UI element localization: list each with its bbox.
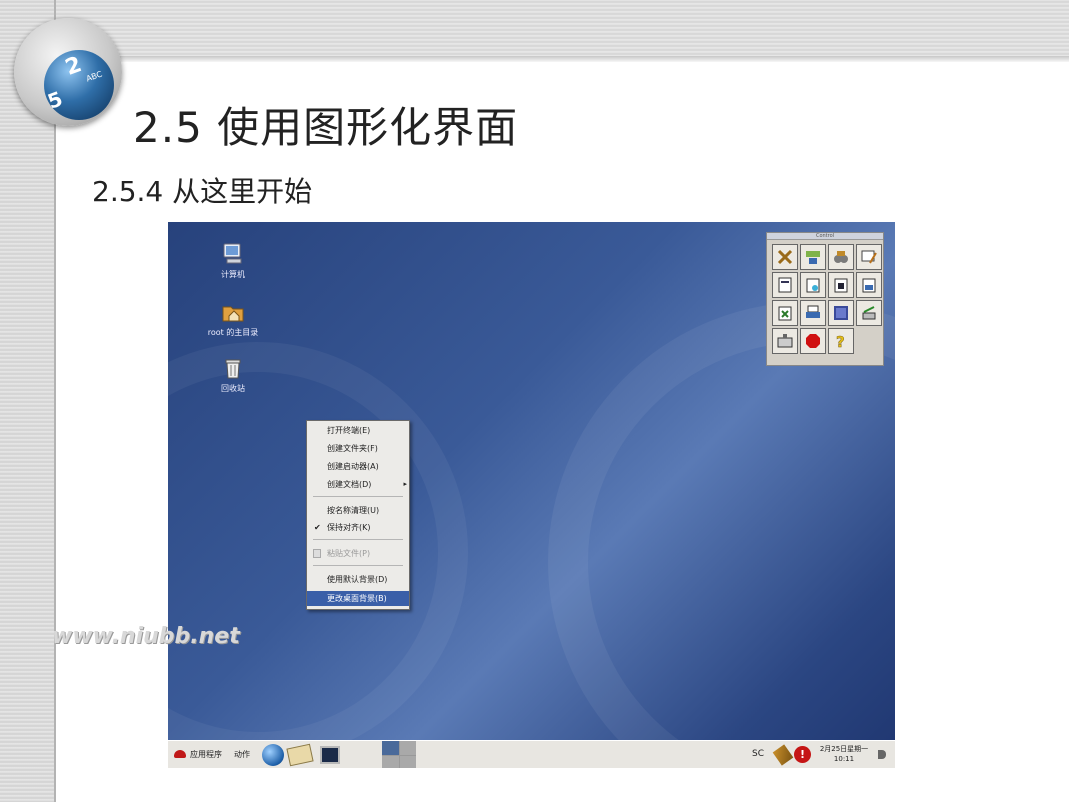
edit-icon — [861, 250, 877, 264]
panel-tool-button[interactable] — [772, 300, 798, 326]
menu-item-clean-by-name[interactable]: 按名称清理(U) — [307, 503, 409, 518]
clock[interactable]: 2月25日星期一 10:11 — [814, 744, 874, 764]
menu-separator — [313, 539, 403, 540]
clipboard-icon — [806, 278, 820, 293]
panel-tool-button[interactable]: ? — [828, 328, 854, 354]
panel-tool-button[interactable] — [800, 328, 826, 354]
keypad-button-image: 2 ABC 5 — [44, 50, 114, 120]
terminal-icon[interactable] — [320, 746, 340, 764]
panel-tool-button[interactable] — [828, 300, 854, 326]
network-icon — [806, 251, 820, 264]
input-method-indicator[interactable]: SC — [752, 749, 764, 759]
actions-menu[interactable]: 动作 — [234, 749, 250, 760]
wallpaper-swirl — [548, 302, 895, 768]
redhat-menu-icon[interactable] — [174, 750, 186, 758]
home-folder-icon — [221, 300, 245, 324]
desktop-icon-label: 回收站 — [221, 384, 245, 393]
menu-item-label: 更改桌面背景(B) — [327, 594, 387, 603]
menu-item-create-folder[interactable]: 创建文件夹(F) — [307, 441, 409, 456]
clipboard-delete-icon — [778, 306, 792, 321]
workspace-2[interactable] — [399, 741, 416, 755]
clipboard-text-icon — [862, 278, 876, 293]
panel-tool-button[interactable] — [800, 272, 826, 298]
menu-item-label: 创建文档(D) — [327, 480, 372, 489]
desktop-icon-label: root 的主目录 — [207, 328, 259, 337]
menu-item-label: 粘贴文件(P) — [327, 549, 371, 558]
slide-title: 2.5 使用图形化界面 — [133, 103, 519, 152]
clock-time: 10:11 — [833, 755, 855, 763]
menu-item-label: 创建启动器(A) — [327, 462, 379, 471]
paste-icon — [313, 549, 321, 558]
desktop-icon-home[interactable]: root 的主目录 — [193, 300, 273, 338]
desktop-icon-label: 计算机 — [221, 270, 245, 279]
menu-item-paste-files: 粘贴文件(P) — [307, 546, 409, 561]
menu-item-create-launcher[interactable]: 创建启动器(A) — [307, 459, 409, 474]
keyboard-icon — [777, 334, 793, 348]
printer-icon — [806, 305, 820, 318]
panel-tool-button[interactable] — [828, 272, 854, 298]
panel-tool-button[interactable] — [772, 272, 798, 298]
document-icon — [778, 277, 792, 293]
network-share-icon — [862, 306, 876, 320]
applications-menu[interactable]: 应用程序 — [190, 749, 222, 760]
workspace-3[interactable] — [382, 755, 399, 768]
control-panel-window[interactable]: Control ? — [766, 232, 884, 366]
bottom-panel: 应用程序 动作 SC ! 2月25日星期一 10:11 — [168, 740, 895, 768]
panel-titlebar[interactable]: Control — [767, 233, 883, 240]
menu-item-keep-aligned[interactable]: ✔ 保持对齐(K) — [307, 520, 409, 535]
tools-icon — [777, 249, 793, 265]
computer-icon — [221, 242, 245, 266]
linux-desktop-screenshot: 计算机 root 的主目录 回收站 Control ? 打开终端(E) 创建文件… — [168, 222, 895, 768]
menu-item-label: 打开终端(E) — [327, 426, 371, 435]
edit-pen-icon[interactable] — [772, 744, 794, 766]
email-icon[interactable] — [286, 743, 314, 767]
menu-item-label: 创建文件夹(F) — [327, 444, 378, 453]
menu-item-use-default-background[interactable]: 使用默认背景(D) — [307, 572, 409, 587]
top-band-shine — [60, 56, 1069, 62]
top-band — [0, 0, 1069, 62]
menu-item-label: 按名称清理(U) — [327, 506, 380, 515]
stop-icon — [806, 334, 820, 348]
menu-separator — [313, 496, 403, 497]
panel-tool-button[interactable] — [856, 244, 882, 270]
svg-text:?: ? — [836, 333, 845, 349]
panel-empty-slot — [856, 328, 882, 354]
desktop-context-menu: 打开终端(E) 创建文件夹(F) 创建启动器(A) 创建文档(D) ▸ 按名称清理… — [306, 420, 410, 610]
search-binoculars-icon — [834, 251, 848, 263]
alert-icon[interactable]: ! — [794, 746, 811, 763]
submenu-arrow-icon: ▸ — [403, 480, 407, 488]
panel-button-grid: ? — [767, 240, 883, 354]
volume-icon[interactable] — [878, 750, 886, 759]
panel-tool-button[interactable] — [800, 300, 826, 326]
workspace-1[interactable] — [382, 741, 399, 755]
panel-tool-button[interactable] — [828, 244, 854, 270]
menu-item-create-document[interactable]: 创建文档(D) ▸ — [307, 477, 409, 492]
check-mark-icon: ✔ — [314, 523, 321, 532]
panel-tool-button[interactable] — [856, 272, 882, 298]
menu-item-label: 保持对齐(K) — [327, 523, 371, 532]
trash-icon — [221, 356, 245, 380]
clock-date: 2月25日星期一 — [819, 745, 869, 753]
phone-keypad-logo: 2 ABC 5 — [14, 18, 122, 126]
desktop-icon-computer[interactable]: 计算机 — [193, 242, 273, 280]
pattern-icon — [834, 306, 848, 320]
web-browser-icon[interactable] — [262, 744, 284, 766]
slide-subtitle: 2.5.4 从这里开始 — [92, 175, 313, 208]
menu-item-label: 使用默认背景(D) — [327, 575, 388, 584]
desktop-icon-trash[interactable]: 回收站 — [193, 356, 273, 394]
panel-tool-button[interactable] — [772, 244, 798, 270]
workspace-4[interactable] — [399, 755, 416, 768]
panel-tool-button[interactable] — [856, 300, 882, 326]
clipboard-icon — [834, 278, 848, 293]
menu-separator — [313, 565, 403, 566]
workspace-switcher[interactable] — [382, 741, 416, 768]
menu-item-open-terminal[interactable]: 打开终端(E) — [307, 423, 409, 438]
slide: 2 ABC 5 2.5 使用图形化界面 2.5.4 从这里开始 www.niubb… — [0, 0, 1069, 802]
help-icon: ? — [836, 333, 845, 349]
site-watermark: www.niubb.net — [52, 624, 240, 649]
menu-item-change-desktop-background[interactable]: 更改桌面背景(B) — [307, 591, 409, 606]
panel-tool-button[interactable] — [800, 244, 826, 270]
panel-tool-button[interactable] — [772, 328, 798, 354]
